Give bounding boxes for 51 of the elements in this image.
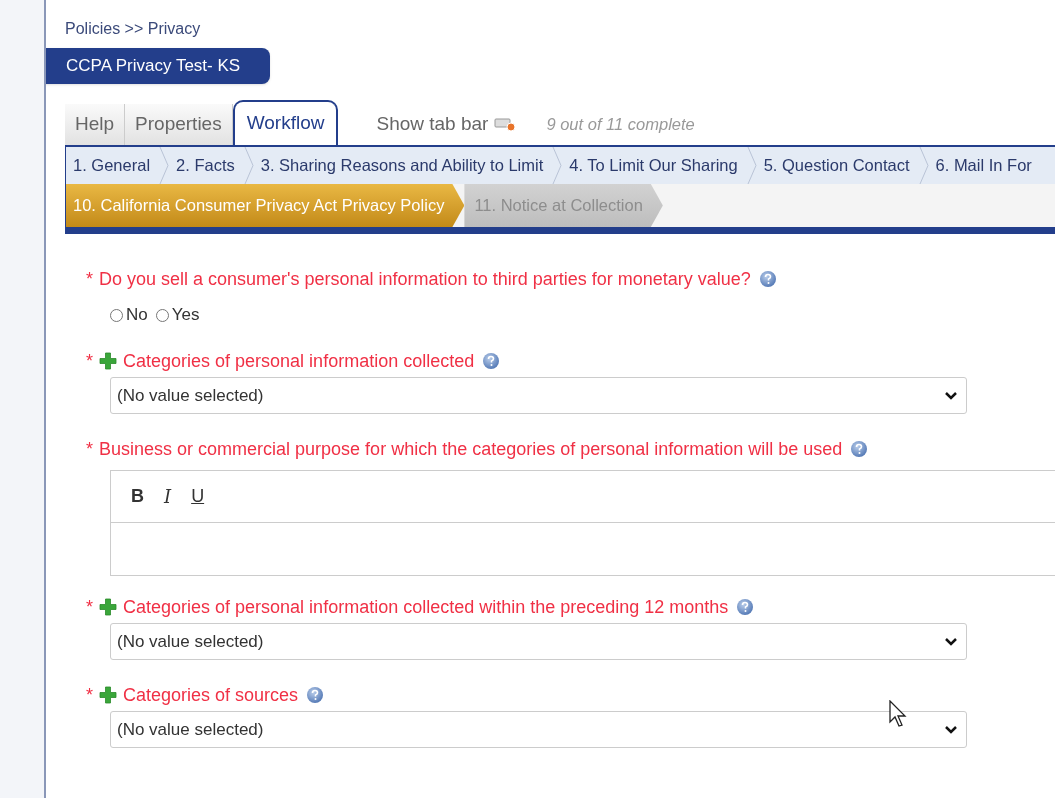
radio-option[interactable]: No: [110, 302, 148, 328]
field-label: Do you sell a consumer's personal information to third parties for monetary value?: [99, 267, 751, 291]
dropdown[interactable]: (No value selected): [110, 623, 967, 660]
field-label: Categories of sources: [123, 683, 299, 707]
workflow-step[interactable]: 2. Facts: [169, 147, 244, 184]
radio-button[interactable]: [110, 308, 123, 322]
field-label: Business or commercial purpose for which the categories of personal information will be used: [99, 437, 843, 461]
workflow-step[interactable]: 3. Sharing Reasons and Ability to Limit: [253, 147, 553, 184]
document-title: CCPA Privacy Test- KS: [46, 48, 271, 84]
chevron-down-icon: [944, 724, 958, 735]
help-icon[interactable]: [736, 598, 755, 616]
chevron-down-icon: [944, 636, 958, 647]
required-asterisk: *: [86, 349, 93, 373]
format-button[interactable]: B: [131, 483, 144, 510]
format-button[interactable]: U: [191, 483, 205, 510]
chevron-divider: [243, 147, 254, 184]
tab[interactable]: Help: [65, 104, 126, 145]
radio-button[interactable]: [155, 308, 169, 322]
required-asterisk: *: [86, 437, 93, 461]
add-icon[interactable]: [99, 686, 117, 704]
cursor-icon: [889, 700, 909, 727]
chevron-divider: [918, 147, 929, 184]
chevron-divider: [159, 147, 170, 184]
workflow-step[interactable]: 5. Question Contact: [756, 147, 919, 184]
help-icon[interactable]: [306, 686, 325, 704]
dropdown[interactable]: (No value selected): [110, 377, 967, 414]
workflow-step[interactable]: 4. To Limit Our Sharing: [562, 147, 747, 184]
breadcrumb-link[interactable]: Policies >> Privacy: [65, 20, 201, 37]
workflow-step[interactable]: 6. Mail In For: [928, 147, 1041, 184]
help-icon[interactable]: [850, 440, 869, 458]
add-icon[interactable]: [99, 598, 117, 616]
required-asterisk: *: [86, 595, 93, 619]
tab[interactable]: Workflow: [232, 100, 339, 145]
show-tab-bar-button[interactable]: Show tab bar: [376, 104, 517, 145]
help-icon[interactable]: [758, 270, 777, 288]
chevron-down-icon: [944, 390, 958, 401]
field-label: Categories of personal information collected within the preceding 12 months: [123, 595, 729, 619]
dropdown[interactable]: (No value selected): [110, 711, 967, 748]
required-asterisk: *: [86, 267, 93, 291]
required-asterisk: *: [86, 683, 93, 707]
field-label: Categories of personal information collected: [123, 349, 475, 373]
help-icon[interactable]: [482, 352, 501, 370]
format-button[interactable]: I: [164, 483, 172, 510]
tab[interactable]: Properties: [125, 104, 233, 145]
chevron-divider: [552, 147, 563, 184]
tab-bar-icon: [494, 117, 517, 132]
workflow-step[interactable]: 1. General: [66, 147, 160, 184]
radio-option[interactable]: Yes: [155, 302, 200, 328]
add-icon[interactable]: [99, 352, 117, 370]
progress-text: 9 out of 11 complete: [546, 114, 695, 136]
chevron-divider: [746, 147, 757, 184]
